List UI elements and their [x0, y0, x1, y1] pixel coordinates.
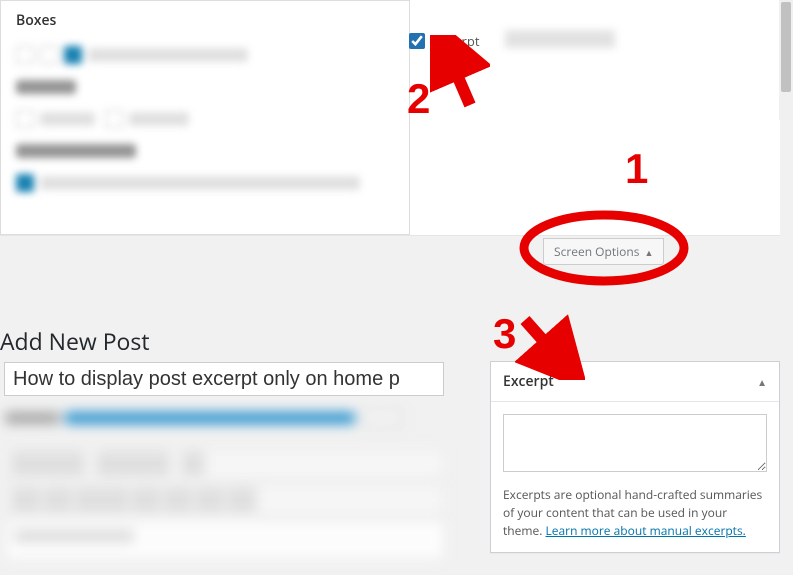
excerpt-learn-more-link[interactable]: Learn more about manual excerpts. [546, 522, 746, 539]
blurred-checkbox-option [505, 30, 615, 48]
caret-up-icon: ▲ [757, 375, 767, 389]
excerpt-checkbox-label: Excerpt [434, 32, 479, 50]
caret-up-icon: ▲ [644, 246, 653, 259]
permalink-row [5, 402, 445, 434]
annotation-three: 3 [493, 310, 516, 358]
scrollbar-track[interactable] [779, 0, 793, 120]
excerpt-checkbox[interactable] [409, 33, 425, 49]
boxes-heading: Boxes [16, 11, 394, 30]
excerpt-metabox-header[interactable]: Excerpt ▲ [491, 362, 779, 402]
scrollbar-thumb[interactable] [781, 2, 791, 92]
excerpt-checkbox-option[interactable]: Excerpt [405, 30, 479, 52]
page-title: Add New Post [0, 325, 150, 357]
editor-toolbar [5, 484, 445, 516]
editor-body [5, 520, 445, 560]
media-toolbar [5, 448, 445, 480]
excerpt-textarea[interactable] [503, 414, 767, 472]
screen-options-toggle[interactable]: Screen Options ▲ [543, 238, 664, 265]
screen-options-panel: Boxes [0, 0, 410, 235]
screen-options-label: Screen Options [554, 243, 639, 260]
excerpt-metabox: Excerpt ▲ Excerpts are optional hand-cra… [490, 361, 780, 553]
excerpt-metabox-title: Excerpt [503, 372, 554, 391]
excerpt-help-text: Excerpts are optional hand-crafted summa… [503, 486, 767, 540]
post-title-input[interactable] [4, 362, 444, 396]
